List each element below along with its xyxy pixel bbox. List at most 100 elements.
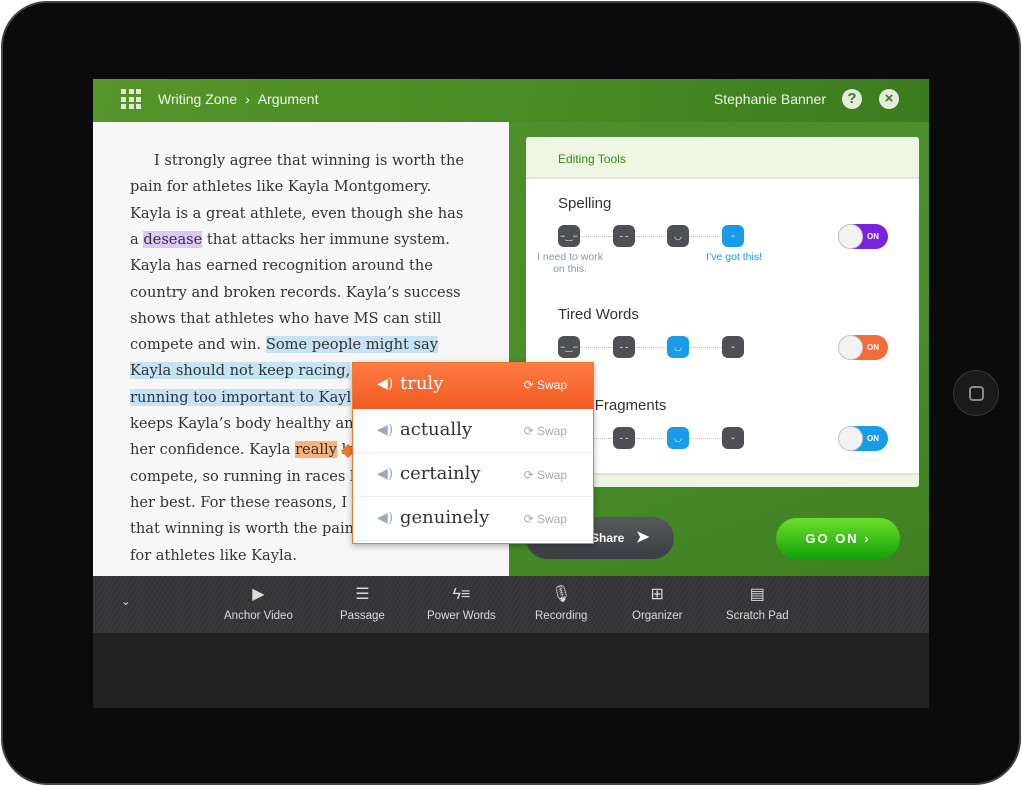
passage-text: keeps Kayla’s body healthy an — [130, 415, 354, 432]
word-option[interactable]: ◀) certainly ⟳ Swap — [353, 453, 593, 497]
passage-text: compete and win. — [130, 336, 266, 354]
toolbar-anchor-video[interactable]: ▶ Anchor Video — [224, 584, 293, 622]
apps-grid-icon[interactable] — [121, 89, 141, 109]
low-confidence-label: I need to work on this. — [537, 251, 603, 275]
section-title: Spelling — [558, 195, 612, 212]
passage-line: running too important to Kayl — [130, 387, 352, 409]
swap-button[interactable]: ⟳ Swap — [524, 468, 567, 482]
passage-text: her best. For these reasons, I s — [130, 493, 360, 511]
confidence-face-1-icon[interactable]: −‿− — [558, 225, 580, 247]
close-icon[interactable]: × — [879, 89, 899, 109]
passage-line: country and broken records. Kayla’s succ… — [130, 282, 461, 304]
app-screen: Writing Zone › Argument Stephanie Banner… — [93, 79, 929, 708]
passage-line: keeps Kayla’s body healthy an — [130, 413, 354, 435]
editing-tools-title: Editing Tools — [526, 137, 919, 179]
toolbar-passage[interactable]: ☰ Passage — [340, 584, 385, 622]
highlighted-word[interactable]: Some people might say — [265, 336, 438, 354]
confidence-face-4-icon[interactable]: ᵕ — [722, 427, 744, 449]
passage-line: that winning is worth the pain — [130, 518, 354, 540]
collapse-chevron-icon[interactable]: ⌄ — [121, 594, 131, 608]
highlighted-word[interactable]: running too important to Kayl — [130, 388, 352, 406]
confidence-face-2-icon[interactable]: ‐ ‐ — [613, 336, 635, 358]
section-toggle[interactable]: ON — [838, 335, 888, 360]
passage-line: her best. For these reasons, I s — [130, 492, 359, 514]
microphone-icon: 🎙 — [551, 586, 572, 603]
lightning-icon: ϟ≡ — [452, 586, 471, 603]
breadcrumb-argument: Argument — [257, 91, 319, 107]
passage-text: country and broken records. Kayla’s succ… — [130, 283, 461, 301]
confidence-face-3-icon[interactable]: ◡ — [667, 427, 689, 449]
section-toggle[interactable]: ON — [838, 224, 888, 249]
document-icon: ☰ — [355, 586, 370, 603]
word-option[interactable]: ◀) genuinely ⟳ Swap — [353, 497, 593, 541]
confidence-face-4-icon[interactable]: ᵕ — [722, 225, 744, 247]
help-icon[interactable]: ? — [842, 89, 862, 109]
passage-text: that winning is worth the pain — [130, 520, 355, 538]
toolbar-recording[interactable]: 🎙 Recording — [535, 584, 587, 622]
speaker-icon[interactable]: ◀) — [377, 376, 393, 392]
toolbar-scratch-pad[interactable]: ▤ Scratch Pad — [726, 584, 789, 622]
passage-line: Kayla should not keep racing, — [130, 360, 351, 382]
passage-text: for athletes like Kayla. — [130, 546, 298, 564]
passage-text: that attacks her immune system. — [202, 230, 450, 248]
passage-text: her confidence. Kayla — [130, 441, 296, 459]
confidence-face-4-icon[interactable]: ᵕ — [722, 336, 744, 358]
speaker-icon[interactable]: ◀) — [377, 422, 393, 438]
go-on-button[interactable]: GO ON › — [776, 518, 900, 559]
passage-line: Kayla has earned recognition around the — [130, 255, 433, 277]
passage-line: her confidence. Kayla really lo — [130, 439, 355, 461]
word-option[interactable]: ◀) truly ⟳ Swap — [353, 363, 593, 409]
chevron-right-icon: › — [245, 91, 250, 107]
highlighted-word[interactable]: desease — [143, 230, 203, 248]
organizer-icon: ⊞ — [650, 586, 664, 603]
confidence-face-2-icon[interactable]: ‐ ‐ — [613, 225, 635, 247]
confidence-face-1-icon[interactable]: −‿− — [558, 336, 580, 358]
confidence-face-2-icon[interactable]: ‐ ‐ — [613, 427, 635, 449]
option-word[interactable]: actually — [400, 419, 472, 440]
word-option[interactable]: ◀) actually ⟳ Swap — [353, 409, 593, 453]
video-icon: ▶ — [252, 586, 265, 603]
section-title: Tired Words — [558, 306, 639, 323]
speaker-icon[interactable]: ◀) — [377, 466, 393, 482]
passage-line: compete and win. Some people might say — [130, 334, 438, 356]
passage-line: pain for athletes like Kayla Montgomery. — [130, 176, 431, 198]
passage-text: pain for athletes like Kayla Montgomery. — [130, 178, 432, 196]
user-name: Stephanie Banner — [713, 91, 826, 107]
toolbar-power-words[interactable]: ϟ≡ Power Words — [427, 584, 496, 622]
bottom-toolbar: ⌄ ▶ Anchor Video ☰ Passage ϟ≡ Power Words 🎙… — [93, 576, 929, 633]
word-swap-popup: ◀) truly ⟳ Swap ◀) actually ⟳ Swap ◀) certainly… — [352, 362, 594, 544]
high-confidence-label: I’ve got this! — [705, 251, 763, 263]
notepad-icon: ▤ — [749, 586, 765, 603]
swap-button[interactable]: ⟳ Swap — [524, 424, 567, 438]
swap-button[interactable]: ⟳ Swap — [524, 378, 567, 392]
breadcrumb: Writing Zone › Argument — [158, 91, 318, 107]
option-word[interactable]: certainly — [400, 463, 481, 484]
passage-line: shows that athletes who have MS can stil… — [130, 308, 441, 330]
paper-plane-icon: ➤ — [636, 529, 650, 546]
speaker-icon[interactable]: ◀) — [377, 510, 393, 526]
confidence-face-3-icon[interactable]: ◡ — [667, 225, 689, 247]
passage-text: Kayla is a great athlete, even though sh… — [130, 204, 464, 222]
passage-line: compete, so running in races l — [130, 466, 355, 488]
section-toggle[interactable]: ON — [838, 426, 888, 451]
passage-text: a — [130, 230, 144, 248]
passage-line: for athletes like Kayla. — [130, 545, 297, 567]
toolbar-organizer[interactable]: ⊞ Organizer — [632, 584, 683, 622]
home-button[interactable] — [953, 370, 999, 416]
highlighted-word[interactable]: really — [295, 441, 337, 459]
passage-text: I strongly agree that winning is worth t… — [154, 152, 465, 169]
passage-line: I strongly agree that winning is worth t… — [154, 150, 464, 172]
passage-line: a desease that attacks her immune system… — [130, 229, 450, 251]
share-label: Share — [591, 531, 625, 545]
passage-text: Kayla has earned recognition around the — [130, 257, 433, 275]
header: Writing Zone › Argument Stephanie Banner… — [93, 79, 929, 122]
option-word[interactable]: truly — [400, 373, 443, 394]
swap-button[interactable]: ⟳ Swap — [524, 512, 567, 526]
confidence-face-3-icon[interactable]: ◡ — [667, 336, 689, 358]
breadcrumb-writing-zone[interactable]: Writing Zone — [158, 91, 237, 107]
passage-text: compete, so running in races l — [130, 467, 355, 485]
passage-text: shows that athletes who have MS can stil… — [130, 309, 442, 327]
passage-line: Kayla is a great athlete, even though sh… — [130, 203, 463, 225]
option-word[interactable]: genuinely — [400, 507, 489, 528]
highlighted-word[interactable]: Kayla should not keep racing, — [130, 362, 351, 380]
